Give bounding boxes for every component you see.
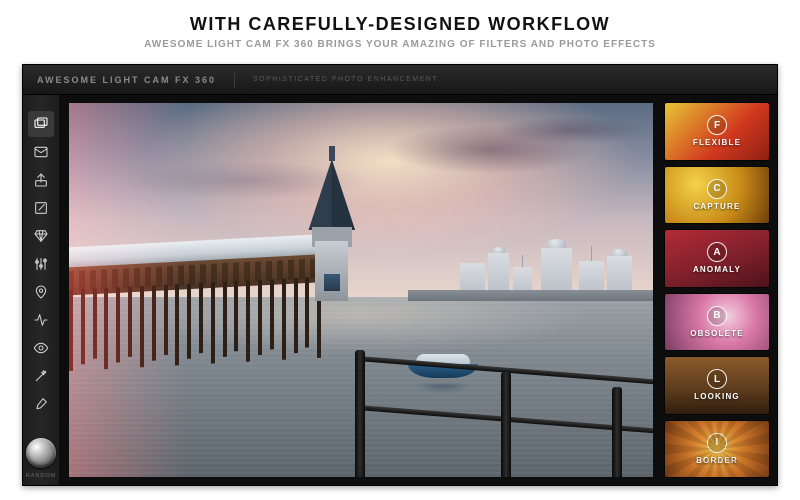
- eye-icon[interactable]: [28, 335, 54, 361]
- workspace: RANDOM: [23, 95, 777, 485]
- filter-badge: L: [707, 369, 727, 389]
- filter-badge: I: [707, 433, 727, 453]
- filter-label: CAPTURE: [693, 202, 740, 211]
- photos-icon[interactable]: [28, 111, 54, 137]
- mail-icon[interactable]: [28, 139, 54, 165]
- app-name: AWESOME LIGHT CAM FX 360: [37, 75, 216, 85]
- marketing-headline: WITH CAREFULLY-DESIGNED WORKFLOW: [0, 14, 800, 35]
- filter-badge: C: [707, 179, 727, 199]
- filter-label: ANOMALY: [693, 265, 741, 274]
- filter-panel: F FLEXIBLE C CAPTURE A ANOMALY B OBSOLET…: [661, 95, 777, 485]
- filter-looking[interactable]: L LOOKING: [665, 357, 769, 414]
- filter-anomaly[interactable]: A ANOMALY: [665, 230, 769, 287]
- share-icon[interactable]: [28, 167, 54, 193]
- pin-icon[interactable]: [28, 279, 54, 305]
- filter-flexible[interactable]: F FLEXIBLE: [665, 103, 769, 160]
- marketing-banner: WITH CAREFULLY-DESIGNED WORKFLOW AWESOME…: [0, 0, 800, 58]
- left-toolbar: RANDOM: [23, 95, 59, 485]
- marketing-subhead: AWESOME LIGHT CAM FX 360 BRINGS YOUR AMA…: [0, 39, 800, 50]
- app-tagline: SOPHISTICATED PHOTO ENHANCEMENT: [253, 76, 438, 83]
- sliders-icon[interactable]: [28, 251, 54, 277]
- filter-label: BORDER: [696, 456, 738, 465]
- filter-capture[interactable]: C CAPTURE: [665, 167, 769, 224]
- title-divider: [234, 72, 235, 88]
- edit-icon[interactable]: [28, 195, 54, 221]
- wand-icon[interactable]: [28, 363, 54, 389]
- filter-border[interactable]: I BORDER: [665, 421, 769, 478]
- brush-icon[interactable]: [28, 391, 54, 417]
- random-label: RANDOM: [26, 473, 56, 479]
- filter-label: FLEXIBLE: [693, 138, 741, 147]
- activity-icon[interactable]: [28, 307, 54, 333]
- filter-badge: B: [707, 306, 727, 326]
- random-knob[interactable]: [26, 438, 56, 468]
- filter-label: OBSOLETE: [690, 329, 744, 338]
- filter-label: LOOKING: [694, 392, 740, 401]
- filter-obsolete[interactable]: B OBSOLETE: [665, 294, 769, 351]
- diamond-icon[interactable]: [28, 223, 54, 249]
- title-bar: AWESOME LIGHT CAM FX 360 SOPHISTICATED P…: [23, 65, 777, 95]
- filter-badge: F: [707, 115, 727, 135]
- canvas-wrap: [59, 95, 661, 485]
- app-window: AWESOME LIGHT CAM FX 360 SOPHISTICATED P…: [22, 64, 778, 486]
- photo-canvas[interactable]: [69, 103, 653, 477]
- filter-badge: A: [707, 242, 727, 262]
